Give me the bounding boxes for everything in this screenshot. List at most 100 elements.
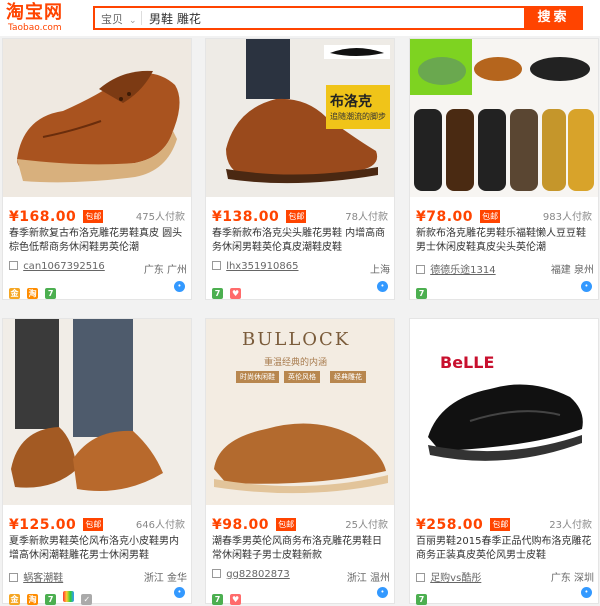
seven-day-return-icon[interactable]: 7 bbox=[416, 288, 427, 299]
shop-location: 广东 广州 bbox=[143, 265, 187, 276]
product-price: ¥258.00 bbox=[416, 517, 484, 533]
product-image[interactable]: BeLLE bbox=[410, 319, 598, 505]
shop-location: 上海 bbox=[370, 265, 390, 276]
product-image[interactable]: 布洛克 追随潮流的脚步 bbox=[206, 39, 394, 197]
seven-day-return-icon[interactable]: 7 bbox=[212, 594, 223, 605]
shop-icon bbox=[416, 573, 425, 582]
product-title[interactable]: 潮春季男英伦风商务布洛克雕花男鞋日常休闲鞋子男士皮鞋新款 bbox=[212, 535, 390, 563]
shop-link[interactable]: gg82802873 bbox=[226, 569, 290, 580]
price-row: ¥125.00 包邮 646人付款 bbox=[9, 514, 185, 533]
product-image[interactable] bbox=[3, 319, 191, 505]
seven-day-return-icon[interactable]: 7 bbox=[45, 288, 57, 299]
shop-row: 蜗客潮鞋 浙江 金华 bbox=[9, 569, 187, 584]
search-button[interactable]: 搜索 bbox=[524, 6, 583, 30]
product-image[interactable] bbox=[410, 39, 598, 197]
seven-day-return-icon[interactable]: 7 bbox=[45, 594, 57, 605]
free-shipping-badge: 包邮 bbox=[83, 518, 104, 531]
tag-row: 金 淘 7 • bbox=[9, 281, 187, 299]
sales-count: 78人付款 bbox=[345, 212, 388, 223]
product-price: ¥138.00 bbox=[212, 209, 280, 225]
product-image[interactable]: BULLOCK 重温经典的内涵 时尚休闲鞋 英伦风格 经典雕花 bbox=[206, 319, 394, 505]
search-scope-label: 宝贝 bbox=[101, 13, 123, 26]
shop-icon bbox=[9, 261, 18, 270]
shop-location: 福建 泉州 bbox=[550, 265, 594, 276]
chevron-down-icon: ⌄ bbox=[129, 16, 137, 26]
product-title[interactable]: 春季新款复古布洛克雕花男鞋真皮 圆头棕色低帮商务休闲鞋男英伦潮 bbox=[9, 227, 187, 255]
shop-row: gg82802873 浙江 温州 bbox=[212, 569, 390, 584]
shop-link[interactable]: lhx351910865 bbox=[226, 261, 298, 272]
shop-link[interactable]: 足购vs酷彤 bbox=[430, 573, 481, 584]
sales-count: 25人付款 bbox=[345, 520, 388, 531]
gold-seller-icon[interactable]: 金 bbox=[9, 594, 20, 605]
product-price: ¥78.00 bbox=[416, 209, 474, 225]
tmall-icon[interactable]: 淘 bbox=[27, 594, 39, 605]
sales-count: 646人付款 bbox=[135, 520, 185, 531]
sales-count: 983人付款 bbox=[542, 212, 592, 223]
heart-icon[interactable]: ♥ bbox=[230, 594, 242, 605]
heart-icon[interactable]: ♥ bbox=[230, 288, 242, 299]
price-row: ¥258.00 包邮 23人付款 bbox=[416, 514, 592, 533]
product-card[interactable]: ¥78.00 包邮 983人付款 新款布洛克雕花男鞋乐福鞋懒人豆豆鞋男士休闲皮鞋… bbox=[409, 38, 599, 300]
image-tag: 时尚休闲鞋 bbox=[236, 371, 279, 383]
shop-location: 浙江 金华 bbox=[143, 573, 187, 584]
shop-icon bbox=[212, 569, 221, 578]
brand-logo: BeLLE bbox=[440, 353, 495, 372]
image-brand: BULLOCK bbox=[242, 329, 351, 350]
price-row: ¥98.00 包邮 25人付款 bbox=[212, 514, 388, 533]
taobao-logo[interactable]: 淘宝网 Taobao.com bbox=[6, 2, 84, 34]
product-title[interactable]: 夏季新款男鞋英伦风布洛克小皮鞋男内增高休闲潮鞋雕花男士休闲男鞋 bbox=[9, 535, 187, 563]
tag-row: 7 ♥ • bbox=[212, 281, 390, 299]
product-price: ¥125.00 bbox=[9, 517, 77, 533]
shop-location: 浙江 温州 bbox=[346, 573, 390, 584]
product-card[interactable]: ¥168.00 包邮 475人付款 春季新款复古布洛克雕花男鞋真皮 圆头棕色低帮… bbox=[2, 38, 192, 300]
chat-icon[interactable]: • bbox=[377, 281, 388, 292]
free-shipping-badge: 包邮 bbox=[83, 210, 104, 223]
search-divider bbox=[141, 11, 142, 25]
chat-icon[interactable]: • bbox=[581, 587, 592, 598]
product-card[interactable]: ¥125.00 包邮 646人付款 夏季新款男鞋英伦风布洛克小皮鞋男内增高休闲潮… bbox=[2, 318, 192, 605]
logo-cn-text: 淘宝网 bbox=[6, 2, 63, 23]
product-title[interactable]: 百丽男鞋2015春季正品代购布洛克雕花商务正装真皮英伦风男士皮鞋 bbox=[416, 535, 594, 563]
price-row: ¥168.00 包邮 475人付款 bbox=[9, 206, 185, 225]
color-icon[interactable] bbox=[63, 591, 75, 602]
product-card[interactable]: 布洛克 追随潮流的脚步 ¥138.00 包邮 78人付款 春季新款布洛克尖头雕花… bbox=[205, 38, 395, 300]
header-bar: 淘宝网 Taobao.com 宝贝 ⌄ 搜索 bbox=[0, 0, 600, 36]
search-scope-select[interactable]: 宝贝 ⌄ bbox=[101, 11, 137, 27]
shop-row: 德德乐途1314 福建 泉州 bbox=[416, 261, 594, 276]
seven-day-return-icon[interactable]: 7 bbox=[212, 288, 223, 299]
shop-link[interactable]: 德德乐途1314 bbox=[430, 265, 495, 276]
image-label: 布洛克 bbox=[330, 94, 372, 110]
shop-row: 足购vs酷彤 广东 深圳 bbox=[416, 569, 594, 584]
product-title[interactable]: 新款布洛克雕花男鞋乐福鞋懒人豆豆鞋男士休闲皮鞋真皮尖头英伦潮 bbox=[416, 227, 594, 255]
tag-row: 7 • bbox=[416, 281, 594, 299]
chat-icon[interactable]: • bbox=[174, 587, 185, 598]
gold-seller-icon[interactable]: 金 bbox=[9, 288, 20, 299]
chat-icon[interactable]: • bbox=[377, 587, 388, 598]
shop-location: 广东 深圳 bbox=[550, 573, 594, 584]
seven-day-return-icon[interactable]: 7 bbox=[416, 594, 427, 605]
product-price: ¥168.00 bbox=[9, 209, 77, 225]
tag-row: 7 ♥ • bbox=[212, 587, 390, 605]
shop-icon bbox=[9, 573, 18, 582]
shop-icon bbox=[416, 265, 425, 274]
free-shipping-badge: 包邮 bbox=[490, 518, 511, 531]
product-image[interactable] bbox=[3, 39, 191, 197]
price-row: ¥78.00 包邮 983人付款 bbox=[416, 206, 592, 225]
image-sublabel: 追随潮流的脚步 bbox=[330, 112, 386, 121]
product-title[interactable]: 春季新款布洛克尖头雕花男鞋 内增高商务休闲男鞋英伦真皮潮鞋皮鞋 bbox=[212, 227, 390, 255]
product-card[interactable]: BULLOCK 重温经典的内涵 时尚休闲鞋 英伦风格 经典雕花 ¥98.00 包… bbox=[205, 318, 395, 605]
chat-icon[interactable]: • bbox=[581, 281, 592, 292]
search-input[interactable] bbox=[149, 9, 509, 27]
shop-row: can1067392516 广东 广州 bbox=[9, 261, 187, 276]
shop-link[interactable]: 蜗客潮鞋 bbox=[23, 573, 63, 584]
sales-count: 23人付款 bbox=[549, 520, 592, 531]
tmall-icon[interactable]: 淘 bbox=[27, 288, 39, 299]
logo-en-text: Taobao.com bbox=[8, 23, 62, 33]
product-card[interactable]: BeLLE ¥258.00 包邮 23人付款 百丽男鞋2015春季正品代购布洛克… bbox=[409, 318, 599, 605]
shield-icon[interactable]: ✓ bbox=[81, 594, 93, 605]
product-price: ¥98.00 bbox=[212, 517, 270, 533]
search-box: 宝贝 ⌄ bbox=[93, 6, 583, 30]
chat-icon[interactable]: • bbox=[174, 281, 185, 292]
shop-link[interactable]: can1067392516 bbox=[23, 261, 105, 272]
shop-icon bbox=[212, 261, 221, 270]
